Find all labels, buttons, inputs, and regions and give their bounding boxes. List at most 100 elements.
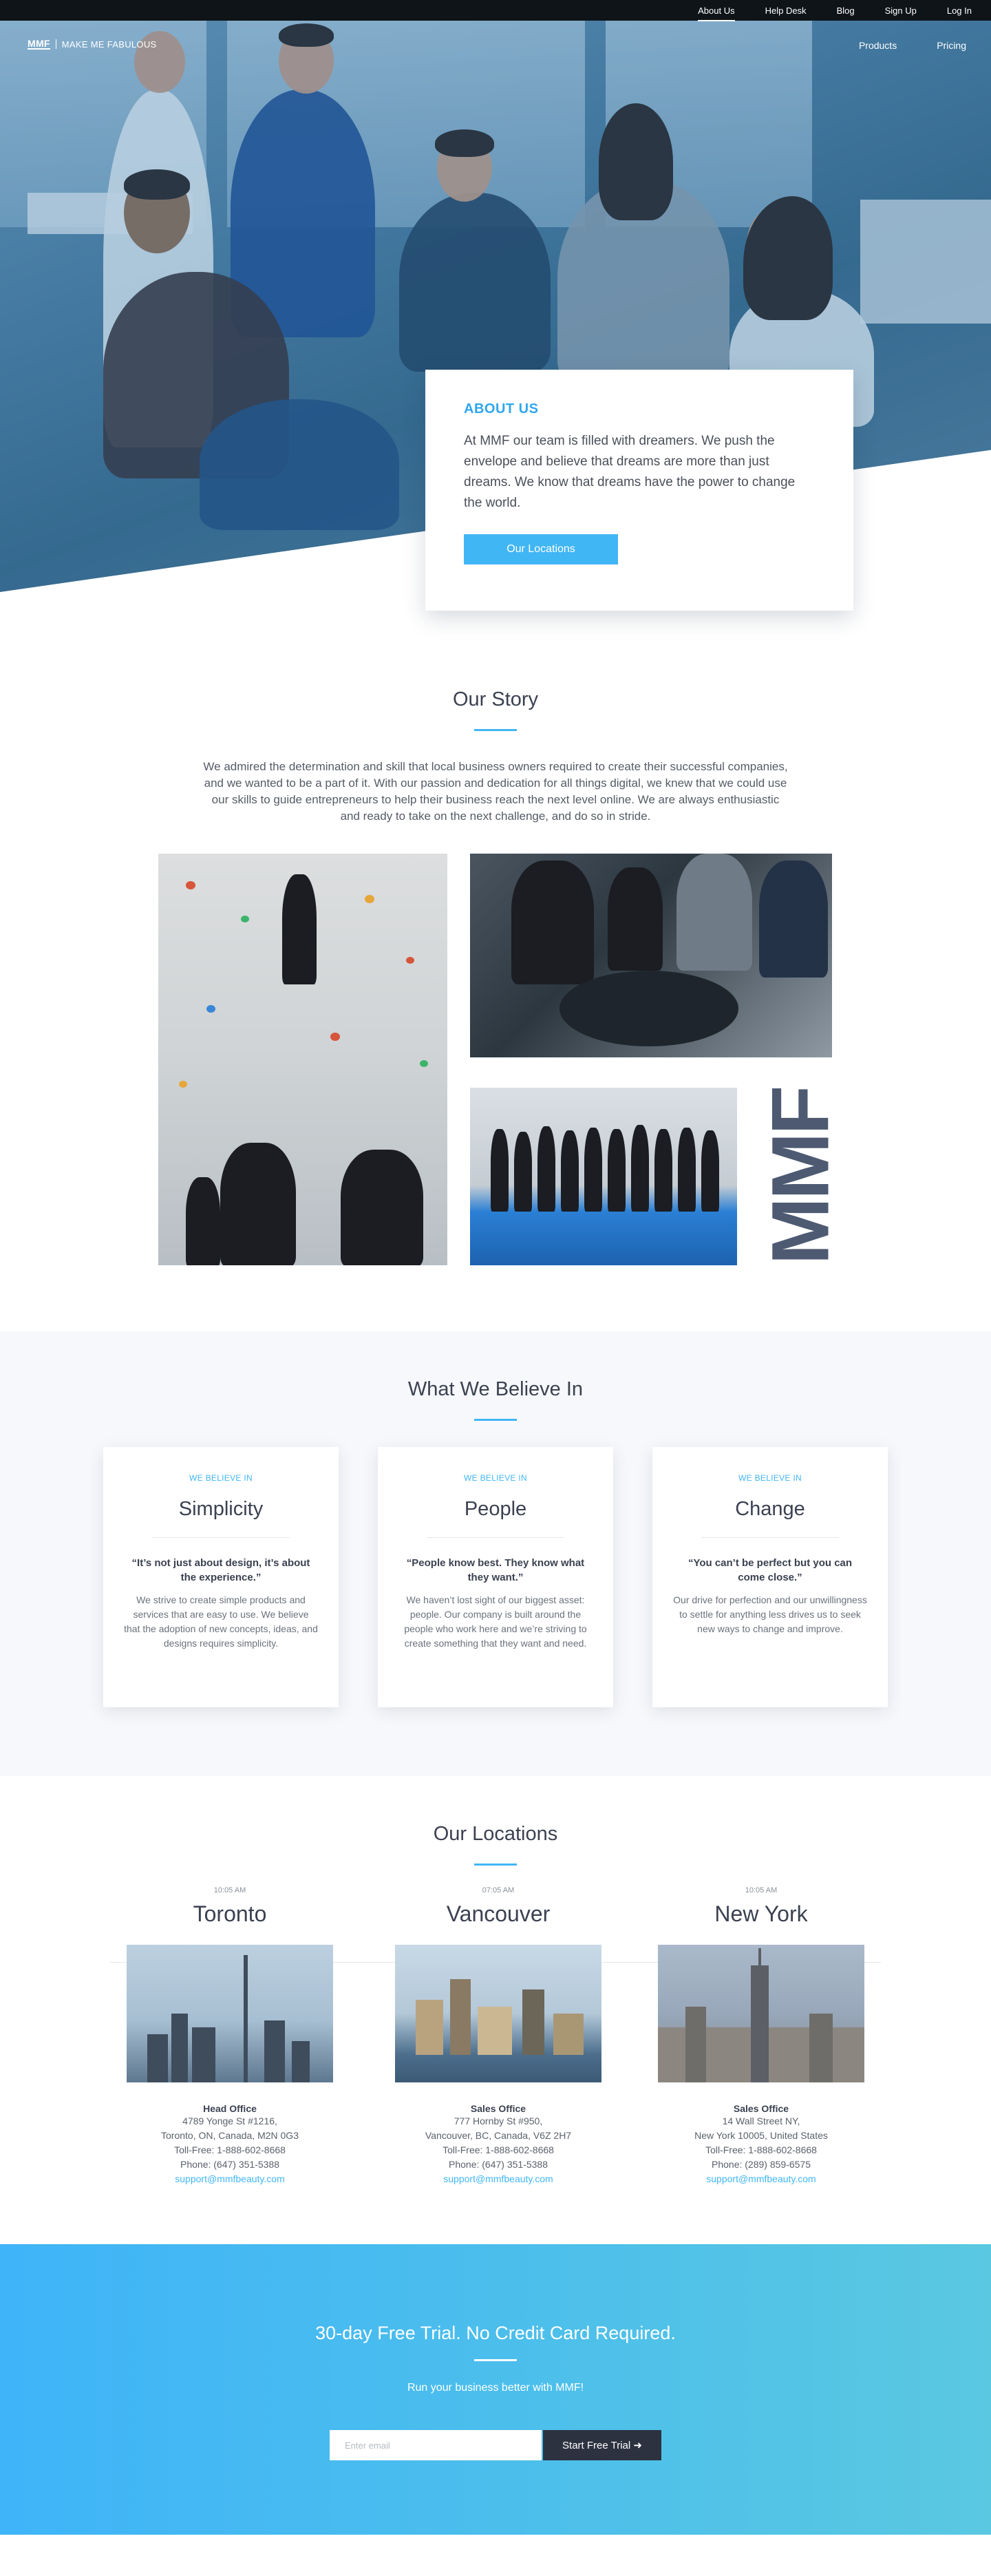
arrow-right-icon: ➜ <box>633 2440 642 2451</box>
new-york-skyline-photo <box>658 1945 864 2082</box>
climbing-hold <box>179 1081 187 1088</box>
belief-description: We haven’t lost sight of our biggest ass… <box>404 1594 587 1649</box>
our-locations-button[interactable]: Our Locations <box>464 534 618 564</box>
address-line-2: Vancouver, BC, Canada, V6Z 2H7 <box>425 2130 572 2141</box>
card-divider <box>701 1537 839 1538</box>
team-member-figure <box>608 867 663 971</box>
team-member-figure <box>701 1130 719 1212</box>
section-title: What We Believe In <box>407 1378 584 1400</box>
team-member-figure <box>654 1129 672 1212</box>
our-locations-section: Our Locations 10:05 AM Toronto Head Offi… <box>0 1776 991 2244</box>
about-us-card: ABOUT US At MMF our team is filled with … <box>425 370 853 611</box>
climbing-hold <box>206 1005 215 1013</box>
support-email-link[interactable]: support@mmfbeauty.com <box>127 2172 333 2186</box>
belief-quote: “People know best. They know what they w… <box>406 1557 585 1583</box>
skyline-building <box>147 2034 168 2082</box>
team-member-figure <box>537 1126 555 1212</box>
climbing-wall-photo <box>158 854 447 1265</box>
address-line-1: 777 Hornby St #950, <box>454 2115 543 2126</box>
toll-free-number: Toll-Free: 1-888-602-8668 <box>174 2144 286 2155</box>
top-nav-log-in[interactable]: Log In <box>947 6 972 16</box>
team-member-figure <box>514 1132 532 1212</box>
belief-title: People <box>464 1498 527 1520</box>
toronto-skyline-photo <box>127 1945 333 2082</box>
climbing-hold <box>330 1033 340 1041</box>
email-input[interactable] <box>330 2430 542 2460</box>
climbing-hold <box>186 881 195 889</box>
skyline-building <box>416 2000 443 2055</box>
address-line-1: 4789 Yonge St #1216, <box>182 2115 277 2126</box>
office-type: Head Office <box>203 2103 257 2114</box>
card-divider <box>152 1537 290 1538</box>
free-trial-section: 30-day Free Trial. No Credit Card Requir… <box>0 2244 991 2535</box>
nav-pricing[interactable]: Pricing <box>937 40 966 51</box>
team-member-figure <box>491 1129 509 1212</box>
section-title: Our Story <box>452 688 539 710</box>
local-time: 10:05 AM <box>213 1886 246 1894</box>
toll-free-number: Toll-Free: 1-888-602-8668 <box>443 2144 554 2155</box>
climbing-hold <box>406 957 414 964</box>
about-us-text: At MMF our team is filled with dreamers.… <box>464 434 796 510</box>
climbing-hold <box>365 895 374 903</box>
skyline-building <box>553 2014 584 2055</box>
support-email-link[interactable]: support@mmfbeauty.com <box>658 2172 864 2186</box>
city-name: New York <box>714 1901 808 1926</box>
belief-cards: WE BELIEVE IN Simplicity “It’s not just … <box>103 1447 888 1707</box>
address-line-1: 14 Wall Street NY, <box>722 2115 800 2126</box>
belief-card-change: WE BELIEVE IN Change “You can’t be perfe… <box>652 1447 888 1707</box>
toll-free-number: Toll-Free: 1-888-602-8668 <box>705 2144 817 2155</box>
skyline-building <box>292 2041 310 2082</box>
team-member-figure <box>676 854 752 971</box>
start-free-trial-button[interactable]: Start Free Trial ➜ <box>543 2430 661 2460</box>
main-nav: Products Pricing <box>819 40 966 51</box>
logo-text: MAKE ME FABULOUS <box>61 39 157 50</box>
city-name: Toronto <box>193 1901 267 1926</box>
brand-logo[interactable]: MMF MAKE ME FABULOUS <box>28 39 157 50</box>
belief-description: We strive to create simple products and … <box>124 1594 318 1649</box>
title-underline <box>474 729 517 731</box>
office-type: Sales Office <box>733 2103 789 2114</box>
title-underline <box>474 2359 517 2361</box>
about-us-heading: ABOUT US <box>464 401 539 416</box>
address-line-2: New York 10005, United States <box>694 2130 828 2141</box>
belief-kicker: WE BELIEVE IN <box>738 1473 802 1483</box>
free-trial-subtitle: Run your business better with MMF! <box>407 2382 584 2394</box>
belief-quote: “You can’t be perfect but you can come c… <box>688 1557 853 1583</box>
top-nav-blog[interactable]: Blog <box>837 6 855 16</box>
belief-description: Our drive for perfection and our unwilli… <box>673 1594 867 1634</box>
nav-products[interactable]: Products <box>859 40 897 51</box>
skyline-building <box>685 2007 706 2082</box>
skyline-building <box>809 2014 833 2082</box>
belief-kicker: WE BELIEVE IN <box>189 1473 253 1483</box>
climber-figure <box>220 1143 296 1265</box>
support-email-link[interactable]: support@mmfbeauty.com <box>395 2172 601 2186</box>
climbing-hold <box>420 1060 428 1067</box>
free-trial-title: 30-day Free Trial. No Credit Card Requir… <box>315 2323 676 2343</box>
mmf-vertical-logo: MMF <box>755 1088 846 1265</box>
what-we-believe-section: What We Believe In WE BELIEVE IN Simplic… <box>0 1331 991 1776</box>
top-nav-sign-up[interactable]: Sign Up <box>885 6 917 16</box>
phone-number: Phone: (647) 351-5388 <box>449 2159 548 2170</box>
vancouver-skyline-photo <box>395 1945 601 2082</box>
local-time: 10:05 AM <box>745 1886 778 1894</box>
climber-figure <box>186 1177 220 1265</box>
story-text: We admired the determination and skill t… <box>203 760 788 823</box>
hero-section: MMF MAKE ME FABULOUS Products Pricing AB… <box>0 0 991 640</box>
title-underline <box>474 1419 517 1421</box>
office-type: Sales Office <box>470 2103 526 2114</box>
belief-card-simplicity: WE BELIEVE IN Simplicity “It’s not just … <box>103 1447 339 1707</box>
our-story-section: Our Story We admired the determination a… <box>0 640 991 1331</box>
belief-title: Change <box>735 1498 805 1520</box>
skyline-building <box>478 2007 512 2055</box>
equipment-pile <box>560 971 738 1046</box>
skyline-building <box>264 2020 285 2082</box>
top-nav-help-desk[interactable]: Help Desk <box>765 6 807 16</box>
belief-title: Simplicity <box>178 1498 264 1520</box>
location-toronto: 10:05 AM Toronto Head Office 4789 Yonge … <box>127 1886 333 2186</box>
location-vancouver: 07:05 AM Vancouver Sales Office 777 Horn… <box>395 1886 601 2186</box>
belief-quote: “It’s not just about design, it’s about … <box>131 1557 310 1583</box>
team-group-photo <box>470 1088 737 1265</box>
section-title: Our Locations <box>433 1823 558 1845</box>
skyline-building <box>522 1989 544 2055</box>
top-nav-about-us[interactable]: About Us <box>698 6 736 21</box>
